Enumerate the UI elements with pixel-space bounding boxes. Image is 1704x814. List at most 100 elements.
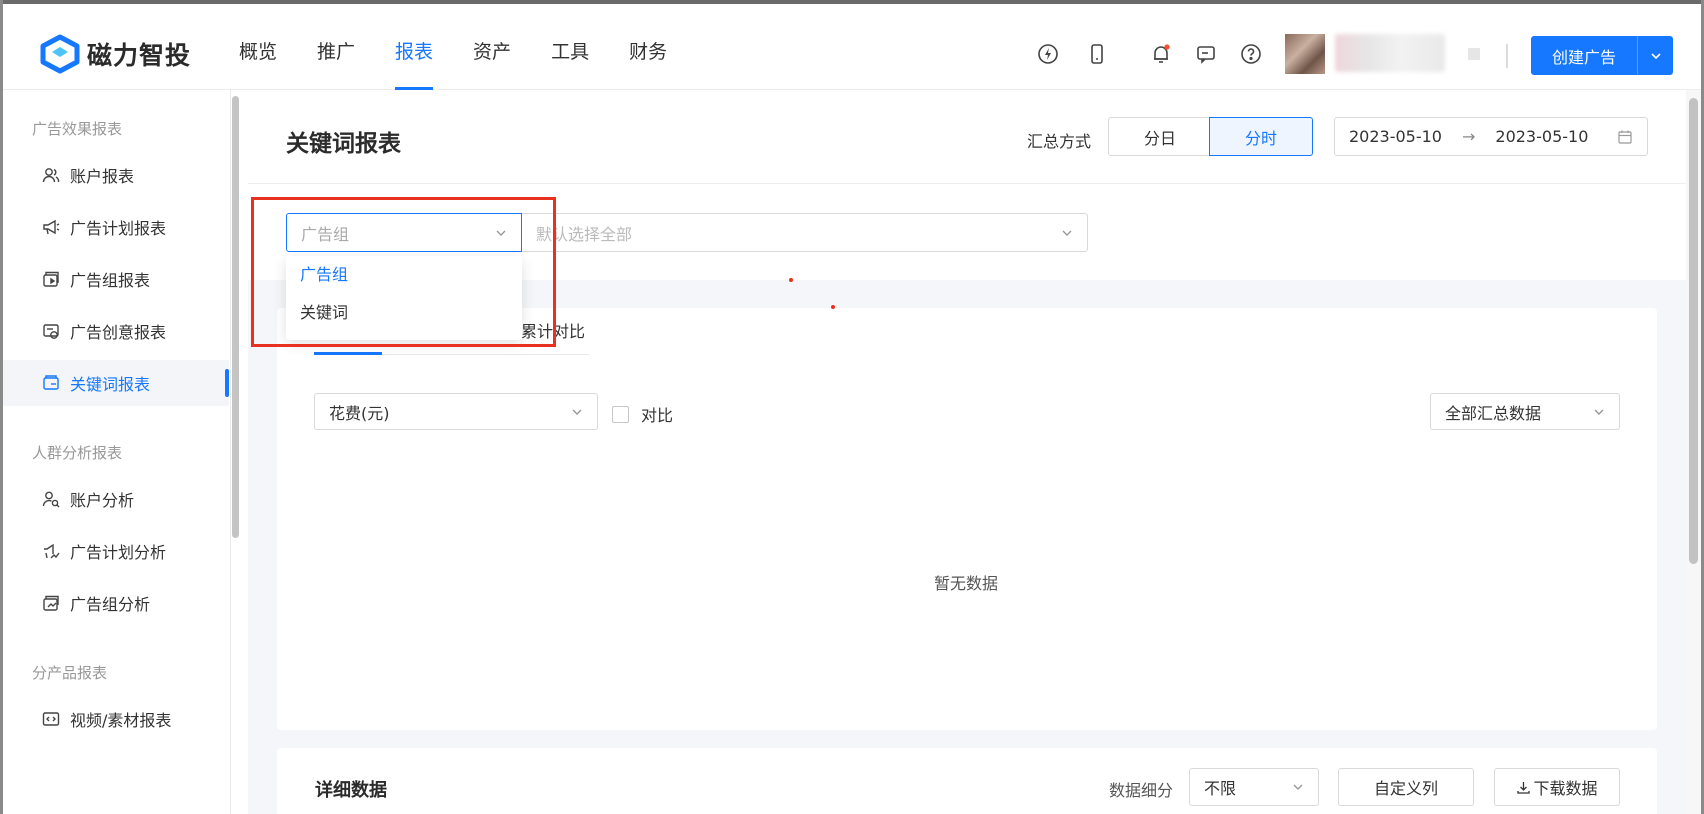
sidebar-group-title: 人群分析报表 <box>32 444 123 462</box>
group-analysis-icon <box>43 595 59 611</box>
date-start: 2023-05-10 <box>1349 127 1442 146</box>
sidebar-item-label: 视频/素材报表 <box>70 711 172 730</box>
page-title: 关键词报表 <box>286 131 401 157</box>
sidebar-item-plan-analysis[interactable]: 广告计划分析 <box>3 528 229 574</box>
user-name-blurred[interactable] <box>1335 34 1445 72</box>
sidebar-item-group-report[interactable]: 广告组报表 <box>3 256 229 302</box>
granularity-label: 数据细分 <box>1109 781 1174 800</box>
bell-icon[interactable] <box>1149 42 1173 66</box>
scope-select-placeholder: 默认选择全部 <box>536 224 633 244</box>
download-label: 下载数据 <box>1533 779 1598 798</box>
compare-label: 对比 <box>641 406 674 425</box>
annotation-dot <box>789 278 793 282</box>
sidebar-item-account-report[interactable]: 账户报表 <box>3 152 229 198</box>
sidebar-item-creative-report[interactable]: 广告创意报表 <box>3 308 229 354</box>
brand-name: 磁力智投 <box>87 41 192 70</box>
create-ad-button[interactable]: 创建广告 <box>1531 36 1673 75</box>
chevron-down-icon <box>572 409 582 415</box>
dimension-dropdown-menu: 广告组 关键词 <box>286 256 522 340</box>
summary-mode-label: 汇总方式 <box>1027 132 1092 151</box>
header-divider <box>1506 44 1508 68</box>
download-data-button[interactable]: 下载数据 <box>1494 768 1620 806</box>
metric-select-value: 花费(元) <box>329 403 390 423</box>
sidebar-scrollbar[interactable] <box>232 96 239 538</box>
detail-title: 详细数据 <box>315 780 387 801</box>
brand-logo[interactable]: 磁力智投 <box>39 34 191 74</box>
scope-select[interactable]: 默认选择全部 <box>522 213 1088 252</box>
nav-item-promotion[interactable]: 推广 <box>317 4 355 90</box>
sidebar-item-plan-report[interactable]: 广告计划报表 <box>3 204 229 250</box>
plan-analysis-icon <box>44 543 60 559</box>
keyword-icon <box>43 375 59 390</box>
main-nav: 概览 推广 报表 资产 工具 财务 <box>239 4 707 90</box>
dimension-select[interactable]: 广告组 <box>286 213 522 252</box>
metric-select[interactable]: 花费(元) <box>314 393 598 430</box>
compare-checkbox[interactable] <box>612 405 629 423</box>
download-icon <box>1517 781 1531 794</box>
nav-item-tools[interactable]: 工具 <box>551 4 589 90</box>
empty-state-text: 暂无数据 <box>934 574 999 593</box>
sidebar-item-label: 广告组分析 <box>70 595 151 614</box>
sidebar-item-label: 广告创意报表 <box>70 323 167 342</box>
sidebar-item-label: 关键词报表 <box>70 375 151 394</box>
chevron-down-icon <box>1062 230 1072 236</box>
message-icon[interactable] <box>1194 42 1218 66</box>
chevron-down-icon <box>1650 52 1661 59</box>
dimension-select-placeholder: 广告组 <box>301 224 350 244</box>
summary-hourly-button[interactable]: 分时 <box>1209 117 1313 156</box>
nav-item-overview[interactable]: 概览 <box>239 4 277 90</box>
date-range-picker[interactable]: 2023-05-10 → 2023-05-10 <box>1334 117 1648 156</box>
nav-item-finance[interactable]: 财务 <box>629 4 667 90</box>
arrow-right-icon: → <box>1461 127 1476 146</box>
create-ad-dropdown[interactable] <box>1637 36 1673 75</box>
video-code-icon <box>42 712 60 726</box>
calendar-icon <box>1618 130 1632 144</box>
annotation-dot <box>831 305 835 309</box>
dropdown-option-keyword[interactable]: 关键词 <box>286 294 522 332</box>
main-scrollbar[interactable] <box>1686 90 1701 814</box>
account-users-icon <box>42 168 60 183</box>
chart-card <box>277 308 1657 730</box>
help-icon[interactable] <box>1239 42 1263 66</box>
brand-logo-icon <box>40 34 80 74</box>
sidebar-item-label: 账户分析 <box>70 491 135 510</box>
sidebar: 广告效果报表 账户报表 广告计划报表 广告组报表 广告创意报表 关键词报表 人群… <box>3 90 231 814</box>
sidebar-item-keyword-report[interactable]: 关键词报表 <box>3 360 229 406</box>
tab-active-indicator <box>314 352 382 355</box>
sidebar-item-label: 账户报表 <box>70 167 135 186</box>
compare-toggle[interactable]: 对比 <box>612 402 673 426</box>
sidebar-item-group-analysis[interactable]: 广告组分析 <box>3 580 229 626</box>
chevron-up-icon <box>496 230 506 236</box>
lightning-refresh-icon[interactable] <box>1036 42 1060 66</box>
account-search-icon <box>42 491 60 508</box>
sidebar-item-label: 广告计划报表 <box>70 219 167 238</box>
megaphone-icon <box>43 219 60 235</box>
top-header: 磁力智投 概览 推广 报表 资产 工具 财务 创建广告 <box>3 4 1701 90</box>
user-avatar[interactable] <box>1285 34 1325 74</box>
summary-daily-button[interactable]: 分日 <box>1108 117 1212 156</box>
creative-icon <box>43 324 59 339</box>
summary-data-value: 全部汇总数据 <box>1445 403 1542 423</box>
dropdown-option-ad-group[interactable]: 广告组 <box>286 256 522 294</box>
nav-item-assets[interactable]: 资产 <box>473 4 511 90</box>
sidebar-group-title: 分产品报表 <box>32 664 108 682</box>
main-scrollbar-thumb[interactable] <box>1689 98 1698 564</box>
tab-cumulative-compare[interactable]: 累计对比 <box>521 318 585 342</box>
sidebar-group-title: 广告效果报表 <box>32 120 123 138</box>
custom-columns-button[interactable]: 自定义列 <box>1338 768 1474 806</box>
sidebar-item-label: 广告计划分析 <box>70 543 167 562</box>
nav-item-reports[interactable]: 报表 <box>395 4 434 90</box>
chevron-down-icon <box>1293 784 1303 790</box>
mobile-icon[interactable] <box>1085 42 1109 66</box>
user-extra-blurred <box>1468 48 1480 60</box>
date-end: 2023-05-10 <box>1495 127 1589 146</box>
granularity-value: 不限 <box>1204 779 1237 798</box>
sidebar-item-video-report[interactable]: 视频/素材报表 <box>3 696 229 742</box>
ad-group-icon <box>43 271 59 287</box>
granularity-select[interactable]: 不限 <box>1189 768 1319 806</box>
sidebar-item-label: 广告组报表 <box>70 271 151 290</box>
sidebar-item-account-analysis[interactable]: 账户分析 <box>3 476 229 522</box>
chevron-down-icon <box>1594 409 1604 415</box>
create-ad-label: 创建广告 <box>1551 47 1616 67</box>
summary-data-select[interactable]: 全部汇总数据 <box>1430 393 1620 430</box>
